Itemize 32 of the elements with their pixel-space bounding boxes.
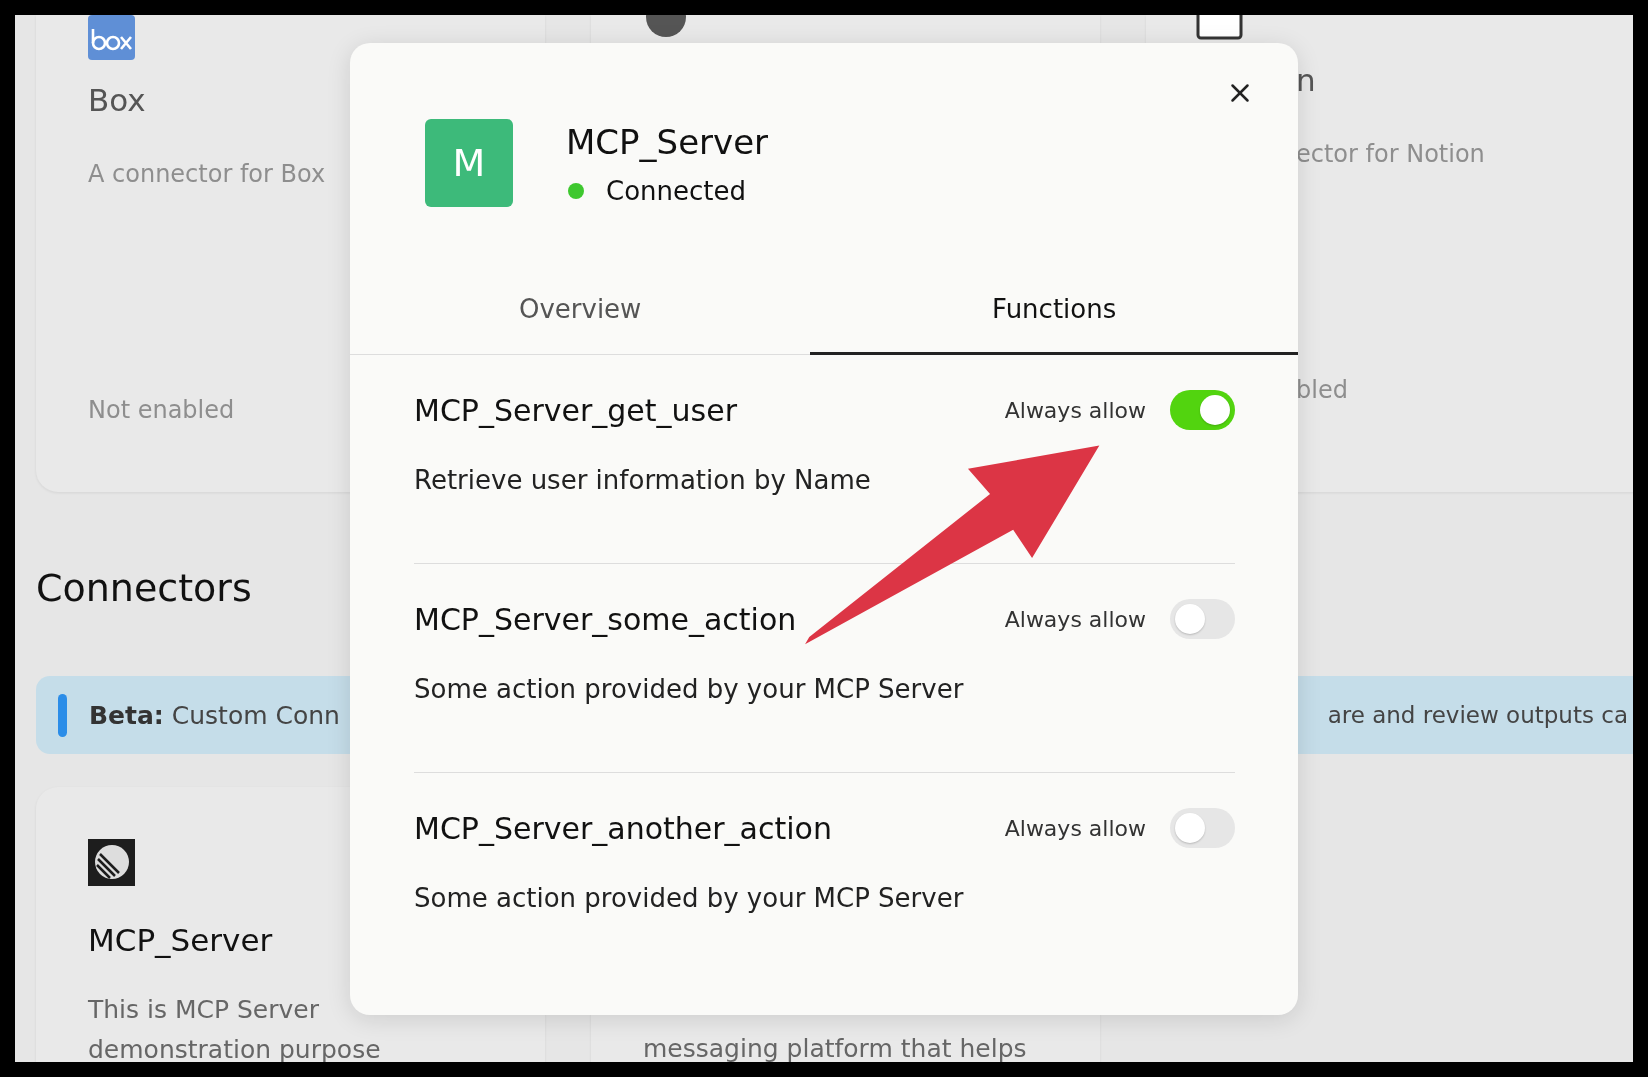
toggle-switch[interactable] <box>1170 808 1235 848</box>
card-description: ector for Notion <box>1296 139 1485 170</box>
card-description: This is MCP Server <box>88 994 319 1026</box>
box-logo-icon <box>88 15 135 60</box>
toggle-switch[interactable] <box>1170 390 1235 430</box>
server-logo: M <box>425 119 513 207</box>
card-description: A connector for Box <box>88 159 326 190</box>
permission-label: Always allow <box>1004 606 1146 632</box>
section-heading: Connectors <box>36 565 253 612</box>
tab[interactable]: Overview <box>350 265 811 355</box>
function-description: Some action provided by your MCP Server <box>414 883 965 913</box>
card-title: MCP_Server <box>88 921 273 960</box>
banner-text: Beta: Custom Conn <box>89 700 340 730</box>
tab[interactable]: Functions <box>810 265 1298 355</box>
card-description: messaging platform that helps <box>643 1033 1027 1062</box>
status-label: Connected <box>606 176 746 206</box>
card-status: Not enabled <box>88 395 235 426</box>
function-name: MCP_Server_some_action <box>414 601 797 637</box>
dialog-title: MCP_Server <box>566 121 769 164</box>
permission-label: Always allow <box>1004 815 1146 841</box>
permission-label: Always allow <box>1004 397 1146 423</box>
toggle-switch[interactable] <box>1170 599 1235 639</box>
function-name: MCP_Server_another_action <box>414 810 832 846</box>
function-description: Some action provided by your MCP Server <box>414 674 965 704</box>
card-title: n <box>1296 61 1316 100</box>
accent-bar <box>58 693 67 737</box>
function-description: Retrieve user information by Name <box>414 465 872 495</box>
circle-logo-icon <box>88 839 135 884</box>
function-name: MCP_Server_get_user <box>414 392 737 428</box>
card-title: Box <box>88 81 146 120</box>
banner-text: are and review outputs ca <box>1327 702 1628 728</box>
card-status: bled <box>1296 375 1348 406</box>
